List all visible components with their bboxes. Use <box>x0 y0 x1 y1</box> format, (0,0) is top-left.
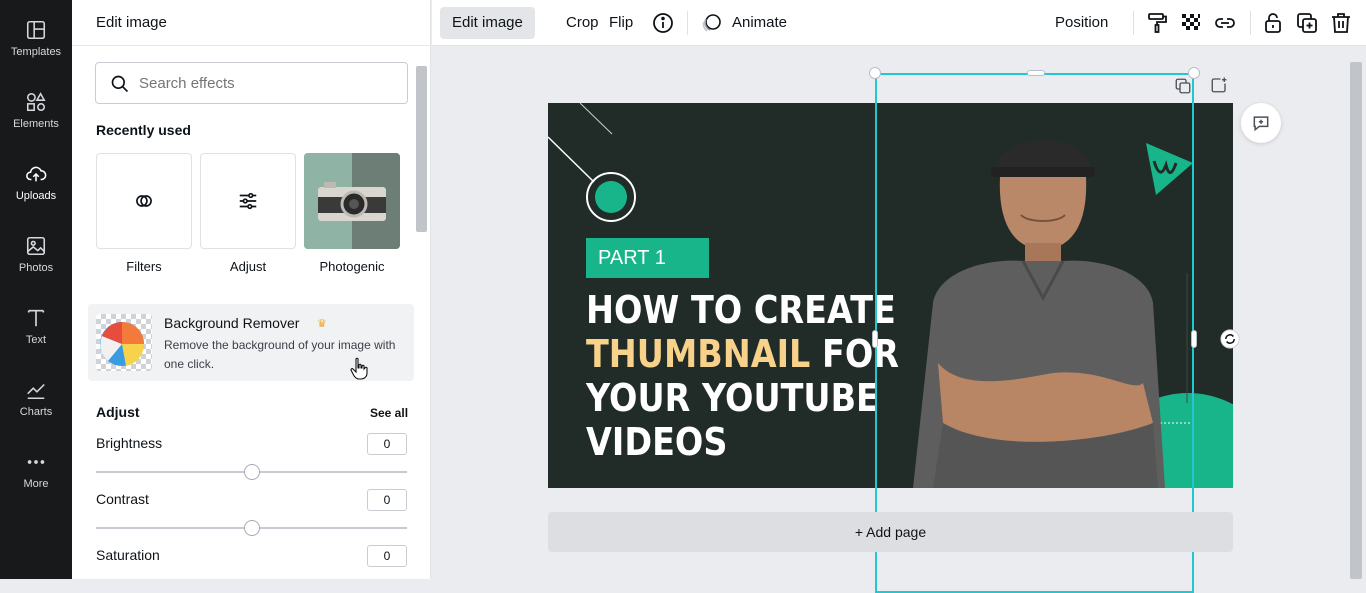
resize-handle-top-right[interactable] <box>1188 67 1200 79</box>
person-photo <box>913 141 1165 488</box>
hand-cursor-icon <box>350 357 368 380</box>
templates-icon <box>26 20 46 39</box>
design-canvas[interactable]: PART 1 HOW TO CREATE THUMBNAIL FOR YOUR … <box>548 103 1233 488</box>
brightness-label: Brightness <box>96 435 163 451</box>
part-label[interactable]: PART 1 <box>586 238 709 278</box>
paint-roller-icon[interactable] <box>1145 11 1169 35</box>
rail-label: Charts <box>19 405 53 418</box>
rail-elements[interactable]: Elements <box>0 77 72 143</box>
rail-templates[interactable]: Templates <box>0 5 72 71</box>
filters-label: Filters <box>126 259 162 274</box>
adjust-label: Adjust <box>229 259 267 274</box>
filters-tile[interactable] <box>96 153 192 249</box>
text-icon <box>27 309 45 326</box>
add-comment-button[interactable] <box>1241 103 1281 143</box>
link-icon[interactable] <box>1213 11 1237 35</box>
beach-ball-thumbnail <box>96 314 152 371</box>
add-page-icon[interactable] <box>1210 76 1228 94</box>
cloud-upload-icon <box>26 166 47 181</box>
resize-handle-top-left[interactable] <box>869 67 881 79</box>
info-icon[interactable] <box>651 11 675 35</box>
rail-text[interactable]: Text <box>0 293 72 359</box>
elements-icon <box>26 91 46 111</box>
top-toolbar: Edit image Crop Flip Animate Position <box>432 0 1366 46</box>
toolbar-divider <box>1250 11 1251 35</box>
rail-more[interactable]: More <box>0 437 72 503</box>
flip-button[interactable]: Flip <box>597 7 645 39</box>
brightness-slider-knob[interactable] <box>244 464 260 480</box>
resize-handle-top[interactable] <box>1027 70 1045 76</box>
background-remover-title: Background Remover <box>164 315 300 331</box>
resize-handle-left[interactable] <box>872 330 878 348</box>
contrast-slider-knob[interactable] <box>244 520 260 536</box>
search-input[interactable] <box>139 72 389 94</box>
headline-line-2-rest: FOR <box>810 332 900 376</box>
comment-plus-icon <box>1253 116 1269 132</box>
duplicate-icon[interactable] <box>1295 11 1319 35</box>
edit-image-panel: Edit image Recently used Filters Adjust … <box>72 0 431 579</box>
headline-line-2: THUMBNAIL FOR <box>586 332 899 376</box>
rail-label: Templates <box>10 45 62 58</box>
rail-label: More <box>23 477 49 490</box>
rail-label: Uploads <box>15 189 57 202</box>
panel-title: Edit image <box>96 14 167 31</box>
background-remover-description: Remove the background of your image with… <box>164 338 396 371</box>
rail-photos[interactable]: Photos <box>0 221 72 287</box>
more-dots-icon <box>27 459 45 464</box>
adjust-section-title: Adjust <box>96 404 140 420</box>
beach-ball-icon <box>100 322 145 366</box>
trash-icon[interactable] <box>1329 11 1353 35</box>
adjust-tile[interactable] <box>200 153 296 249</box>
headline-accent: THUMBNAIL <box>586 332 811 376</box>
edit-image-button[interactable]: Edit image <box>440 7 535 39</box>
brightness-value-input[interactable]: 0 <box>367 433 407 455</box>
rail-charts[interactable]: Charts <box>0 365 72 431</box>
position-button[interactable]: Position <box>1043 7 1120 39</box>
duplicate-page-icon[interactable] <box>1174 77 1192 95</box>
image-icon <box>26 236 46 255</box>
sliders-icon <box>239 192 257 210</box>
rail-label: Elements <box>13 117 59 130</box>
rail-label: Photos <box>18 261 54 274</box>
headline-line-1: HOW TO CREATE <box>586 288 896 332</box>
saturation-label: Saturation <box>96 547 160 563</box>
saturation-value-input[interactable]: 0 <box>367 545 407 567</box>
canvas-scrollbar[interactable] <box>1350 62 1362 579</box>
headline-text[interactable]: HOW TO CREATE THUMBNAIL FOR YOUR YOUTUBE… <box>586 288 899 464</box>
headline-line-4: VIDEOS <box>586 420 728 464</box>
chart-icon <box>27 383 45 399</box>
rail-uploads[interactable]: Uploads <box>0 149 72 215</box>
recently-used-title: Recently used <box>96 122 191 138</box>
rail-label: Text <box>25 333 47 346</box>
add-page-button[interactable]: + Add page <box>548 512 1233 552</box>
filters-icon <box>136 195 152 207</box>
photogenic-tile[interactable] <box>304 153 400 249</box>
search-icon <box>111 75 129 93</box>
crown-icon: ♛ <box>317 318 327 330</box>
photogenic-label: Photogenic <box>319 259 385 274</box>
background-remover-card[interactable]: Background Remover ♛ Remove the backgrou… <box>88 304 414 381</box>
toolbar-divider <box>1133 11 1134 35</box>
contrast-value-input[interactable]: 0 <box>367 489 407 511</box>
headline-line-3: YOUR YOUTUBE <box>586 376 879 420</box>
left-rail: Templates Elements Uploads Photos Text C… <box>0 0 72 579</box>
transparency-icon[interactable] <box>1179 11 1203 35</box>
contrast-label: Contrast <box>96 491 149 507</box>
rotate-icon[interactable] <box>1220 329 1240 349</box>
camera-photo-icon <box>304 153 400 249</box>
animate-button[interactable]: Animate <box>720 7 799 39</box>
lock-icon[interactable] <box>1261 11 1285 35</box>
toolbar-divider <box>687 11 688 35</box>
panel-scrollbar[interactable] <box>416 66 427 232</box>
see-all-link[interactable]: See all <box>370 406 408 420</box>
search-effects[interactable] <box>95 62 408 104</box>
resize-handle-right[interactable] <box>1191 330 1197 348</box>
panel-header: Edit image <box>72 0 430 46</box>
